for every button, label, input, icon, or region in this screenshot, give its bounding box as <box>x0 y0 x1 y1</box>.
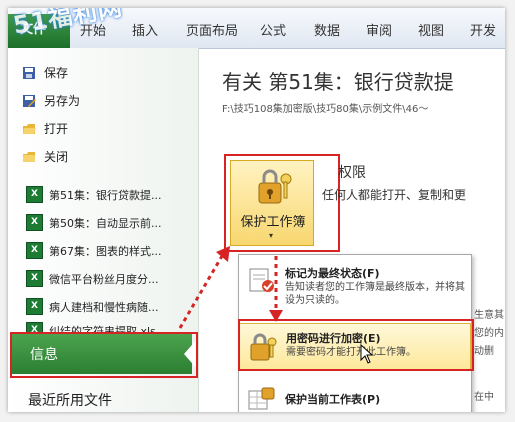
protect-sheet-title: 保护当前工作表(P) <box>285 393 381 406</box>
ribbon-tabs: 文件 开始 插入 页面布局 公式 数据 审阅 视图 开发 51福利网 <box>8 8 505 49</box>
recent-file-2-label: 第50集：自动显示前... <box>49 216 162 230</box>
tab-data[interactable]: 数据 <box>314 20 340 39</box>
recent-file-1[interactable]: X 第51集：银行贷款提... <box>26 186 162 203</box>
side-text-2: 您的内 <box>474 328 504 339</box>
recent-file-4[interactable]: X 微信平台粉丝月度分... <box>26 270 159 287</box>
recent-file-4-label: 微信平台粉丝月度分... <box>49 272 159 286</box>
close-folder-icon <box>22 150 36 164</box>
page-title: 有关 第51集：银行贷款提 <box>222 70 454 94</box>
menu-close[interactable]: 关闭 <box>22 148 68 165</box>
excel-file-icon: X <box>26 186 43 203</box>
excel-file-icon: X <box>26 270 43 287</box>
menu-save-as-label: 另存为 <box>44 94 81 108</box>
permissions-heading: 权限 <box>338 165 366 181</box>
excel-file-icon: X <box>26 242 43 259</box>
recent-file-2[interactable]: X 第50集：自动显示前... <box>26 214 162 231</box>
highlight-box-protect <box>224 154 340 252</box>
menu-item-mark-final[interactable]: 标记为最终状态(F) 告知读者您的工作簿是最终版本，并将其设为只读的。 <box>239 259 471 315</box>
recent-file-5[interactable]: X 病人建档和慢性病随... <box>26 298 159 315</box>
excel-backstage-window: 文件 开始 插入 页面布局 公式 数据 审阅 视图 开发 51福利网 保存 另存… <box>8 8 505 412</box>
menu-recent-files[interactable]: 最近所用文件 <box>28 390 112 410</box>
menu-open-label: 打开 <box>44 122 69 136</box>
excel-file-icon: X <box>26 298 43 315</box>
menu-open[interactable]: 打开 <box>22 120 68 137</box>
file-path: F:\技巧108集加密版\技巧80集\示例文件\46～ <box>222 104 429 115</box>
tab-developer[interactable]: 开发 <box>470 20 496 39</box>
highlight-box-info <box>10 332 198 378</box>
menu-save-label: 保存 <box>44 66 69 80</box>
tab-review[interactable]: 审阅 <box>366 20 392 39</box>
menu-save-as[interactable]: 另存为 <box>22 92 80 109</box>
menu-item-protect-sheet[interactable]: 保护当前工作表(P) <box>239 383 471 412</box>
save-as-icon <box>22 94 36 108</box>
tab-insert[interactable]: 插入 <box>132 20 158 39</box>
recent-file-3-label: 第67集：图表的样式... <box>49 244 162 258</box>
side-text-4: 在中 <box>474 392 494 403</box>
recent-file-1-label: 第51集：银行贷款提... <box>49 188 162 202</box>
tab-formulas[interactable]: 公式 <box>260 20 286 39</box>
recent-file-3[interactable]: X 第67集：图表的样式... <box>26 242 162 259</box>
side-text-3: 动删 <box>474 346 494 357</box>
side-text-1: 生意其 <box>474 310 504 321</box>
mark-final-desc: 告知读者您的工作簿是最终版本，并将其设为只读的。 <box>285 282 465 306</box>
open-folder-icon <box>22 122 36 136</box>
backstage-sidebar: 保存 另存为 打开 关闭 X 第51集：银行贷款提... X 第50集：自动显示… <box>8 48 199 412</box>
tab-view[interactable]: 视图 <box>418 20 444 39</box>
protect-sheet-icon <box>248 387 275 410</box>
mark-final-icon <box>249 268 274 292</box>
permissions-description: 任何人都能打开、复制和更 <box>322 188 467 202</box>
save-icon <box>22 66 36 80</box>
highlight-box-encrypt <box>238 319 474 371</box>
recent-file-5-label: 病人建档和慢性病随... <box>49 300 159 314</box>
menu-save[interactable]: 保存 <box>22 64 68 81</box>
menu-close-label: 关闭 <box>44 150 69 164</box>
mark-final-title: 标记为最终状态(F) <box>285 267 380 280</box>
excel-file-icon: X <box>26 214 43 231</box>
tab-page-layout[interactable]: 页面布局 <box>186 20 238 39</box>
info-pane: 有关 第51集：银行贷款提 F:\技巧108集加密版\技巧80集\示例文件\46… <box>200 48 505 412</box>
